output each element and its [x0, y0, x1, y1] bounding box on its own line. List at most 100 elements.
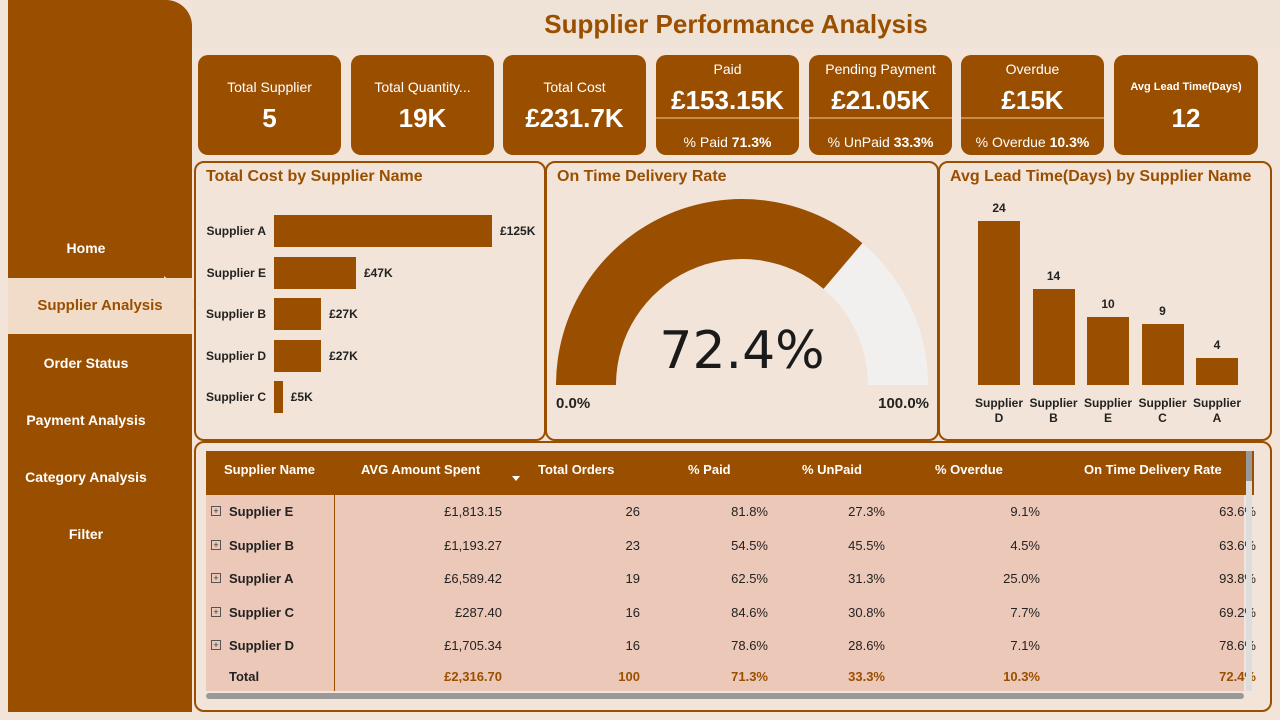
kpi-value: £21.05K [831, 85, 930, 115]
table-row[interactable]: + Supplier A £6,589.42 19 62.5% 31.3% 25.0% 93.… [206, 562, 1256, 595]
table-row[interactable]: + Supplier C £287.40 16 84.6% 30.8% 7.7% 69.2% [206, 596, 1256, 629]
bar-category-label: Supplier A [1192, 396, 1241, 425]
cell-supplier-name: Supplier A [229, 571, 294, 586]
dashboard-canvas: Home Supplier Analysis Order Status Paym… [0, 0, 1280, 720]
bar-category-label: Supplier A [206, 224, 266, 238]
bar-category-label: Supplier E [1083, 396, 1132, 425]
kpi-label: Overdue [1005, 61, 1060, 77]
kpi-sub: % UnPaid 33.3% [809, 134, 952, 150]
table-header: Supplier Name AVG Amount Spent Total Ord… [206, 451, 1254, 495]
cost-bar[interactable] [274, 256, 356, 289]
kpi-sub-value: 33.3% [893, 134, 934, 150]
bar-category-label: Supplier B [205, 307, 266, 321]
cost-bar[interactable] [274, 298, 322, 330]
cell-avg: £1,813.15 [444, 504, 502, 519]
bar-value-label: £5K [290, 390, 313, 404]
page-title: Supplier Performance Analysis [192, 0, 1280, 48]
lead-time-bar[interactable] [1032, 289, 1075, 385]
expand-icon[interactable]: + [211, 539, 221, 550]
on-time-delivery-panel[interactable]: On Time Delivery Rate 72.4% 0.0% 100.0% [545, 161, 939, 441]
bar-value-label: £125K [500, 224, 536, 238]
cell-avg: £287.40 [455, 604, 502, 620]
col-paid[interactable]: % Paid [688, 451, 731, 495]
expand-icon[interactable]: + [211, 640, 221, 650]
scrollbar-thumb[interactable] [1246, 451, 1252, 481]
nav-home[interactable]: Home [8, 240, 164, 256]
nav-filter[interactable]: Filter [8, 526, 164, 542]
kpi-pending-payment[interactable]: Pending Payment £21.05K % UnPaid 33.3% [809, 55, 952, 155]
cell-unpaid: 27.3% [848, 504, 885, 519]
cell-avg: £2,316.70 [444, 669, 502, 684]
table-row[interactable]: + Supplier E £1,813.15 26 81.8% 27.3% 9.1% 63.6… [206, 495, 1256, 528]
table-row[interactable]: + Supplier D £1,705.34 16 78.6% 28.6% 7.1% 78.6… [206, 629, 1256, 662]
kpi-sub-label: % Paid [683, 134, 728, 150]
kpi-total-quantity[interactable]: Total Quantity... 19K [351, 55, 494, 155]
cell-unpaid: 31.3% [848, 571, 885, 586]
kpi-label: Paid [713, 61, 742, 77]
kpi-value: 19K [398, 103, 447, 133]
cost-bar[interactable] [274, 339, 322, 372]
expand-icon[interactable]: + [211, 506, 221, 516]
kpi-sub: % Overdue 10.3% [961, 134, 1104, 150]
bar-value-label: £27K [329, 307, 358, 321]
gauge-max-label: 100.0% [878, 395, 929, 412]
expand-icon[interactable]: + [211, 573, 221, 583]
lead-time-bar[interactable] [1196, 357, 1238, 385]
bar-category-label: Supplier C [205, 390, 266, 404]
kpi-sub: % Paid 71.3% [656, 134, 799, 150]
table-total-row[interactable]: Total £2,316.70 100 71.3% 33.3% 10.3% 72.4% [206, 660, 1256, 693]
nav-payment-analysis[interactable]: Payment Analysis [8, 412, 164, 428]
table-row[interactable]: + Supplier B £1,193.27 23 54.5% 45.5% 4.5% 63.6… [206, 529, 1256, 562]
cell-unpaid: 33.3% [848, 669, 885, 684]
lead-time-bar[interactable] [1141, 323, 1184, 385]
kpi-divider [809, 117, 952, 119]
cell-overdue: 4.5% [1010, 537, 1040, 553]
col-total-orders[interactable]: Total Orders [538, 451, 614, 495]
kpi-avg-lead-time[interactable]: Avg Lead Time(Days) 12 [1114, 55, 1258, 155]
cell-orders: 16 [625, 638, 640, 653]
lead-time-bar[interactable] [1087, 316, 1129, 385]
kpi-label: Pending Payment [825, 61, 936, 77]
bar-category-label: Supplier E [206, 265, 266, 280]
kpi-value: £15K [1001, 85, 1064, 115]
horizontal-scrollbar[interactable] [206, 693, 1244, 699]
expand-icon[interactable]: + [211, 606, 221, 617]
supplier-table[interactable]: Supplier Name AVG Amount Spent Total Ord… [194, 441, 1272, 712]
cell-unpaid: 30.8% [848, 604, 885, 620]
total-cost-chart-panel[interactable]: Total Cost by Supplier Name Supplier A £1… [194, 161, 546, 441]
cell-supplier-name: Supplier E [229, 504, 294, 519]
col-supplier-name[interactable]: Supplier Name [224, 451, 315, 495]
kpi-total-cost[interactable]: Total Cost £231.7K [503, 55, 646, 155]
cell-avg: £1,193.27 [444, 537, 502, 553]
col-on-time-delivery[interactable]: On Time Delivery Rate [1084, 451, 1222, 495]
sort-descending-icon[interactable] [512, 476, 520, 481]
cell-paid: 84.6% [731, 604, 768, 620]
lead-time-bar[interactable] [978, 221, 1020, 385]
cell-supplier-name: Supplier B [229, 537, 295, 553]
table-body: + Supplier E £1,813.15 26 81.8% 27.3% 9.1% 63.6… [206, 495, 1256, 693]
col-unpaid[interactable]: % UnPaid [802, 451, 862, 495]
bar-category-label: Supplier D [974, 396, 1023, 425]
col-overdue[interactable]: % Overdue [935, 451, 1003, 495]
kpi-overdue[interactable]: Overdue £15K % Overdue 10.3% [961, 55, 1104, 155]
kpi-divider [961, 117, 1104, 119]
cell-supplier-name: Supplier C [229, 604, 295, 620]
nav-category-analysis[interactable]: Category Analysis [8, 469, 164, 485]
cell-orders: 19 [625, 571, 640, 586]
cost-bar[interactable] [274, 381, 283, 413]
cell-overdue: 7.7% [1010, 604, 1040, 620]
kpi-total-supplier[interactable]: Total Supplier 5 [198, 55, 341, 155]
avg-lead-time-chart-panel[interactable]: Avg Lead Time(Days) by Supplier Name 24 S… [938, 161, 1272, 441]
cell-supplier-name: Total [229, 669, 260, 684]
gauge-value: 72.4% [659, 321, 825, 381]
vertical-scrollbar[interactable] [1246, 451, 1252, 691]
cost-bar[interactable] [274, 215, 492, 247]
bar-value-label: 14 [1046, 269, 1061, 284]
nav-order-status[interactable]: Order Status [8, 355, 164, 371]
bar-value-label: 10 [1101, 296, 1115, 311]
bar-category-label: Supplier D [205, 348, 266, 363]
bar-category-label: Supplier C [1138, 396, 1187, 425]
col-avg-amount-spent[interactable]: AVG Amount Spent [361, 451, 480, 495]
bar-value-label: 24 [992, 201, 1006, 215]
kpi-paid[interactable]: Paid £153.15K % Paid 71.3% [656, 55, 799, 155]
